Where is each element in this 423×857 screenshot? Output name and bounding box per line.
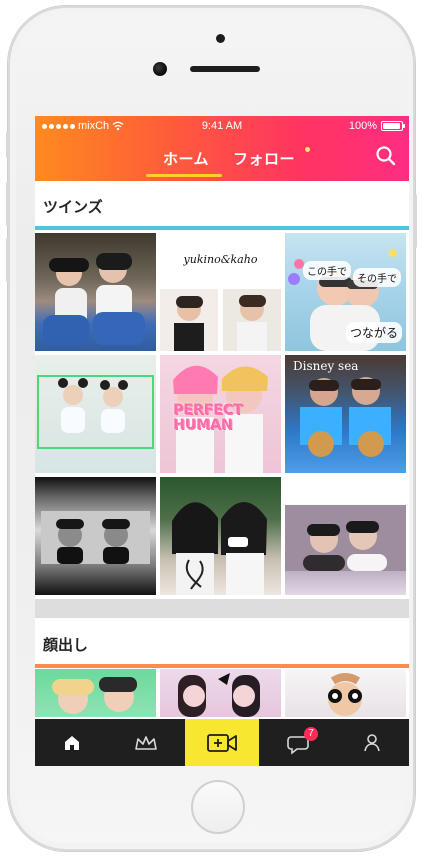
search-icon	[376, 146, 396, 166]
tab-post-video[interactable]	[185, 719, 259, 766]
section-header-twins: ツインズ	[35, 184, 409, 230]
video-title-overlay: PERFECT HUMAN	[173, 402, 243, 433]
caption-left: この手で	[303, 261, 351, 280]
photo-people-icon	[52, 677, 137, 714]
caption-right: その手で	[353, 268, 401, 287]
sensor-dot	[216, 34, 225, 43]
video-thumbnail-1[interactable]	[35, 233, 156, 351]
home-icon	[65, 735, 79, 750]
user-icon	[364, 733, 380, 751]
photo-people-icon	[178, 673, 260, 717]
video-thumbnail-10[interactable]	[35, 669, 156, 717]
power-button	[414, 194, 417, 248]
tab-profile[interactable]	[335, 719, 409, 766]
video-thumbnail-5[interactable]: PERFECT HUMAN	[160, 355, 281, 473]
mute-switch	[6, 132, 9, 158]
video-thumbnail-11[interactable]	[160, 669, 281, 717]
battery-area: 100%	[348, 116, 405, 136]
message-count-badge: 7	[304, 727, 318, 741]
tab-home-bottom[interactable]	[35, 719, 109, 766]
battery-label: 100%	[348, 120, 377, 132]
search-button[interactable]	[374, 144, 398, 168]
volume-down-button	[6, 238, 9, 282]
photo-face-icon	[328, 673, 362, 716]
volume-up-button	[6, 182, 9, 226]
app-header: mixCh 9:41 AM 100% ホーム フォロー	[35, 116, 409, 181]
status-bar: mixCh 9:41 AM 100%	[35, 116, 409, 136]
section-title: ツインズ	[43, 198, 103, 216]
photo-collage-icon	[160, 289, 281, 351]
phone-device: mixCh 9:41 AM 100% ホーム フォロー ツインズ yukino&…	[6, 6, 417, 851]
photo-people-icon	[41, 511, 150, 564]
photo-people-icon	[285, 505, 406, 571]
video-thumbnail-8[interactable]	[160, 477, 281, 595]
video-add-icon	[207, 733, 237, 752]
photo-people-icon	[43, 253, 145, 345]
tab-home[interactable]: ホーム	[163, 148, 209, 169]
face-grid	[35, 669, 409, 717]
video-thumbnail-12[interactable]	[285, 669, 406, 717]
section-title: 顔出し	[43, 636, 89, 654]
active-tab-indicator	[146, 174, 222, 177]
battery-icon	[381, 121, 405, 131]
caption-bottom: つながる	[345, 322, 402, 343]
home-button[interactable]	[191, 780, 245, 834]
top-nav: ホーム フォロー	[35, 136, 409, 181]
tab-ranking[interactable]	[109, 719, 183, 766]
twins-grid: yukino&kaho この手で その手で つながる PERFECT HUMAN…	[35, 233, 409, 595]
earpiece-speaker	[190, 66, 260, 72]
front-camera	[153, 62, 167, 76]
video-thumbnail-6[interactable]: Disney sea	[285, 355, 406, 473]
video-thumbnail-7[interactable]	[35, 477, 156, 595]
follow-notification-dot	[305, 147, 310, 152]
section-header-face: 顔出し	[35, 622, 409, 668]
app-screen: mixCh 9:41 AM 100% ホーム フォロー ツインズ yukino&…	[35, 116, 409, 766]
video-thumbnail-3[interactable]: この手で その手で つながる	[285, 233, 406, 351]
green-frame	[37, 375, 154, 449]
tab-follow[interactable]: フォロー	[233, 148, 295, 169]
bottom-tab-bar: 7	[35, 719, 409, 766]
video-title-overlay: Disney sea	[293, 359, 359, 373]
photo-people-icon	[172, 502, 267, 595]
video-caption: yukino&kaho	[183, 253, 258, 266]
tab-messages[interactable]: 7	[261, 719, 335, 766]
video-thumbnail-9[interactable]	[285, 477, 406, 595]
video-thumbnail-2[interactable]: yukino&kaho	[160, 233, 281, 351]
video-thumbnail-4[interactable]	[35, 355, 156, 473]
crown-icon	[135, 735, 157, 750]
section-separator	[35, 599, 409, 618]
